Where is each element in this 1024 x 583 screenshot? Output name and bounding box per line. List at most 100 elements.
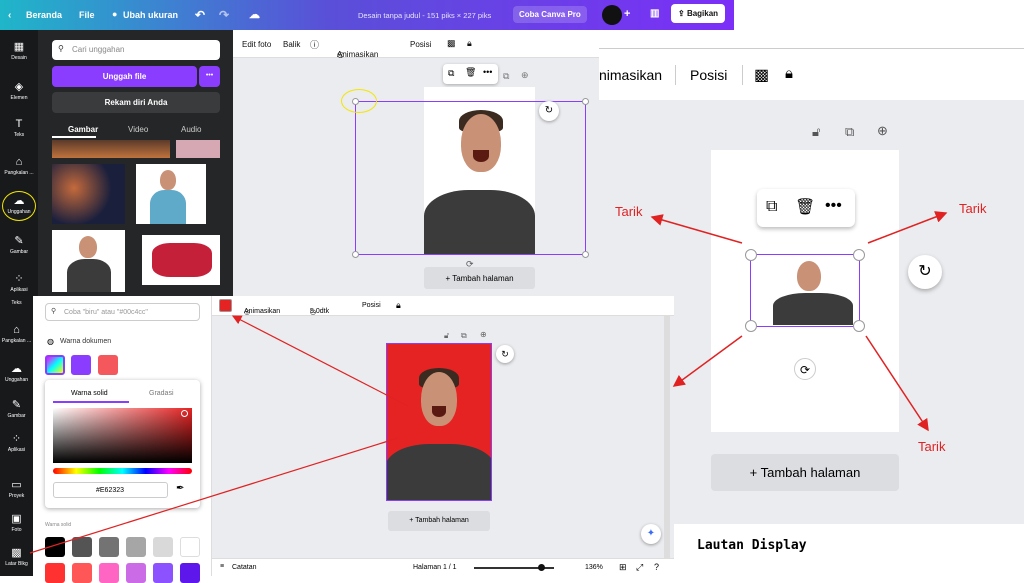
add-page-button[interactable]: + Tambah halaman: [388, 511, 490, 531]
color-swatch[interactable]: [99, 537, 119, 557]
chart-icon[interactable]: ▥: [650, 8, 659, 19]
eyedropper-icon[interactable]: ✒︎: [176, 483, 184, 494]
help-icon[interactable]: ?: [654, 562, 659, 572]
sidebar-item-background[interactable]: ▩ Latar Blkg: [0, 546, 33, 567]
thumbnail-man-shirt[interactable]: [52, 230, 125, 292]
sidebar-item-label: Gambar: [9, 249, 29, 255]
color-search-input[interactable]: ⚲ Coba "biru" atau "#00c4cc": [45, 303, 200, 321]
color-swatch[interactable]: [153, 563, 173, 583]
sidebar-item-elements[interactable]: ◈ Elemen: [0, 80, 38, 101]
rotate-comment-icon[interactable]: ↻: [539, 101, 559, 121]
sidebar-item-apps[interactable]: ⁘ Aplikasi: [0, 272, 38, 293]
tab-solid-color[interactable]: Warna solid: [71, 390, 108, 397]
file-menu[interactable]: File: [79, 10, 95, 20]
resize-button[interactable]: Ubah ukuran: [123, 10, 178, 20]
add-icon[interactable]: +: [624, 8, 630, 20]
copy-icon[interactable]: ⧉: [503, 71, 509, 82]
document-title[interactable]: Desain tanpa judul - 151 piks × 227 piks: [358, 11, 491, 20]
lock-icon[interactable]: 🔒︎: [467, 38, 472, 49]
add-page-button[interactable]: + Tambah halaman: [424, 267, 535, 289]
add-color-swatch[interactable]: [45, 355, 65, 375]
sidebar-item-apps[interactable]: ⁘ Aplikasi: [0, 432, 33, 453]
color-swatch[interactable]: [126, 537, 146, 557]
color-swatch[interactable]: [99, 563, 119, 583]
sidebar-item-images[interactable]: ✎ Gambar: [0, 234, 38, 255]
color-swatch[interactable]: [126, 563, 146, 583]
color-swatch[interactable]: [45, 563, 65, 583]
redo-icon[interactable]: ↷: [219, 8, 229, 22]
transparency-icon[interactable]: ▩: [447, 38, 456, 49]
sidebar-item-text[interactable]: Teks: [0, 300, 33, 306]
magic-assistant-icon[interactable]: ✦: [641, 524, 661, 544]
fullscreen-icon[interactable]: ⤢: [636, 562, 643, 573]
rotate-comment-icon[interactable]: ↻: [496, 345, 514, 363]
page-indicator[interactable]: Halaman 1 / 1: [413, 564, 457, 571]
tab-underline: [53, 401, 129, 403]
upload-file-button[interactable]: Unggah file: [52, 66, 197, 87]
record-yourself-button[interactable]: Rekam diri Anda: [52, 92, 220, 113]
saturation-area[interactable]: [53, 408, 192, 463]
undo-icon[interactable]: ↶: [195, 8, 205, 22]
copy-icon[interactable]: ⧉: [461, 331, 467, 341]
color-swatch[interactable]: [180, 563, 200, 583]
sidebar-item-photos[interactable]: ▣ Foto: [0, 512, 33, 533]
position-button[interactable]: Posisi: [410, 40, 431, 49]
sidebar-item-brand[interactable]: ⌂ Pangkalan ...: [0, 156, 38, 176]
scrollbar[interactable]: [664, 316, 670, 558]
back-chevron-icon[interactable]: ‹: [8, 10, 11, 21]
brand-color-swatch[interactable]: [71, 355, 91, 375]
lock-icon[interactable]: 🔒︎: [396, 300, 401, 311]
position-button[interactable]: Posisi: [362, 302, 381, 309]
tab-images[interactable]: Gambar: [68, 125, 98, 134]
thumbnail-fireworks[interactable]: [52, 164, 125, 224]
sidebar-item-projects[interactable]: ▭ Proyek: [0, 478, 33, 499]
red-background-page[interactable]: [386, 343, 492, 501]
selection-box[interactable]: [352, 98, 589, 258]
sidebar-item-uploads[interactable]: ☁ Unggahan: [0, 362, 33, 383]
thumbnail[interactable]: [176, 140, 220, 158]
notes-button[interactable]: Catatan: [232, 564, 257, 571]
resize-handle[interactable]: [582, 251, 589, 258]
tab-audio[interactable]: Audio: [181, 125, 201, 134]
add-page-icon[interactable]: ⊕: [480, 330, 487, 339]
tab-gradient[interactable]: Gradasi: [149, 390, 174, 397]
thumbnail-man-pointing[interactable]: [136, 164, 206, 224]
resize-handle[interactable]: [582, 98, 589, 105]
avatar[interactable]: [602, 5, 622, 25]
edit-photo-button[interactable]: Edit foto: [242, 40, 271, 49]
sidebar-item-text[interactable]: T Teks: [0, 118, 38, 138]
flip-button[interactable]: Balik: [283, 40, 300, 49]
color-swatch[interactable]: [45, 537, 65, 557]
notes-icon[interactable]: ≡: [220, 563, 224, 570]
sidebar-item-design[interactable]: ▦ Desain: [0, 40, 38, 61]
background-color-button[interactable]: [219, 299, 232, 312]
home-button[interactable]: Beranda: [26, 10, 62, 20]
color-swatch[interactable]: [153, 537, 173, 557]
hex-input[interactable]: #E62323: [53, 482, 168, 498]
share-button[interactable]: ⇪ Bagikan: [671, 4, 726, 23]
grid-view-icon[interactable]: ⊞: [619, 562, 627, 573]
add-page-icon[interactable]: ⊕: [521, 70, 529, 81]
try-pro-button[interactable]: Coba Canva Pro: [513, 6, 587, 23]
more-icon[interactable]: •••: [483, 67, 492, 77]
color-cursor[interactable]: [181, 410, 188, 417]
duplicate-icon[interactable]: ⧉: [448, 68, 454, 79]
color-swatch[interactable]: [72, 537, 92, 557]
tab-video[interactable]: Video: [128, 125, 148, 134]
sidebar-item-images[interactable]: ✎ Gambar: [0, 398, 33, 419]
more-options-button[interactable]: •••: [199, 66, 220, 87]
info-icon[interactable]: ⓘ: [310, 38, 319, 51]
zoom-level[interactable]: 136%: [585, 564, 603, 571]
color-swatch[interactable]: [72, 563, 92, 583]
thumbnail[interactable]: [52, 140, 170, 158]
hue-slider[interactable]: [53, 468, 192, 474]
zoom-slider-knob[interactable]: [538, 564, 545, 571]
delete-icon[interactable]: 🗑︎: [465, 67, 476, 78]
search-input[interactable]: ⚲ Cari unggahan: [52, 40, 220, 60]
lock-icon[interactable]: 🔓︎: [444, 331, 449, 341]
sidebar-item-brand[interactable]: ⌂ Pangkalan ...: [0, 324, 33, 344]
resize-handle[interactable]: [352, 251, 359, 258]
color-swatch[interactable]: [180, 537, 200, 557]
thumbnail-meat[interactable]: [142, 235, 220, 285]
color-swatch[interactable]: [98, 355, 118, 375]
